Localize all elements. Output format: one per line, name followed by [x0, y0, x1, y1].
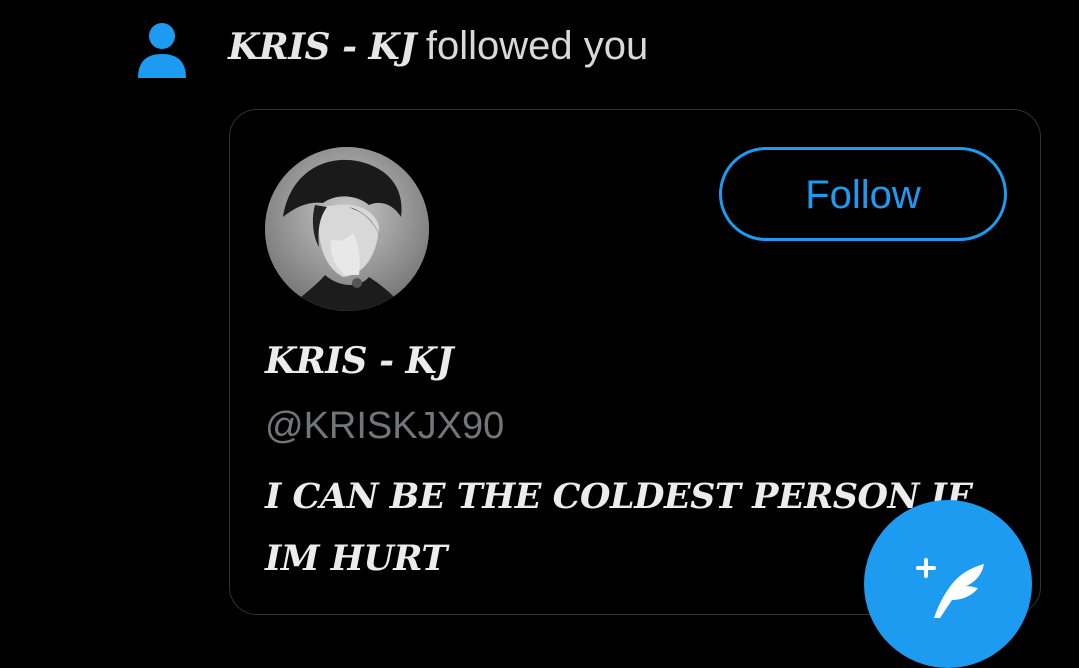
notification-action: followed you: [425, 24, 649, 68]
user-handle[interactable]: @KRISKJX90: [265, 405, 504, 448]
display-name[interactable]: KRIS - KJ: [265, 340, 453, 382]
compose-button[interactable]: [864, 500, 1032, 668]
person-icon: [136, 22, 188, 80]
notification-user-name[interactable]: KRIS - KJ: [228, 26, 416, 68]
follow-button[interactable]: Follow: [719, 147, 1007, 241]
notification-text: KRIS - KJ followed you: [228, 18, 648, 74]
compose-feather-icon: [916, 558, 984, 618]
avatar[interactable]: [265, 147, 429, 311]
